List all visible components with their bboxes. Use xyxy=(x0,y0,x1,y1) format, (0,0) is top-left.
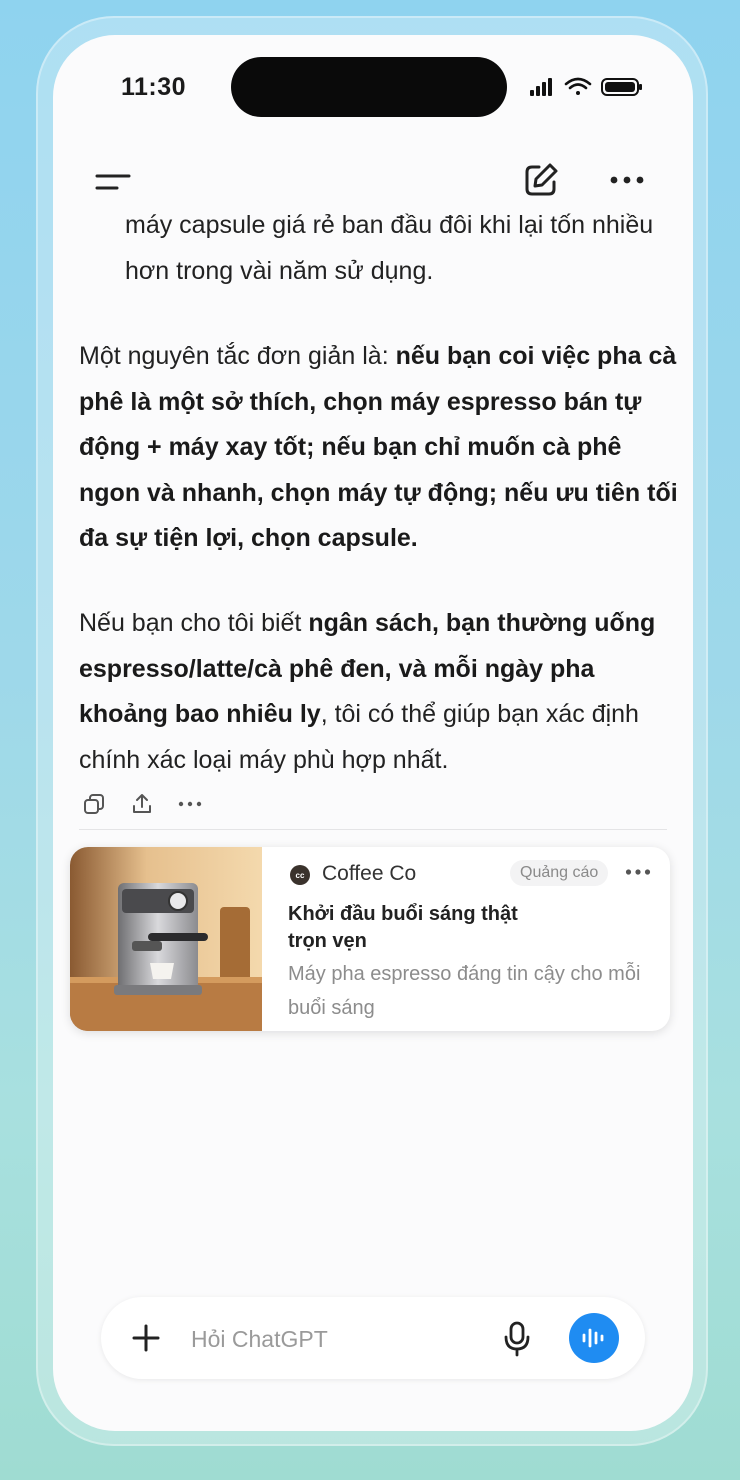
ad-more-button[interactable] xyxy=(620,857,656,887)
chat-composer xyxy=(101,1297,645,1379)
phone-screen: 11:30 máy capsule giá rẻ ban đầu đôi khi… xyxy=(53,35,693,1431)
brand-logo: cc xyxy=(290,865,310,885)
wifi-icon xyxy=(564,77,592,95)
copy-button[interactable] xyxy=(79,789,109,819)
voice-mode-button[interactable] xyxy=(569,1313,619,1363)
status-bar: 11:30 xyxy=(53,35,693,145)
more-icon xyxy=(178,801,202,807)
microphone-icon xyxy=(504,1321,530,1357)
status-icons xyxy=(530,77,642,96)
message-paragraph-1: máy capsule giá rẻ ban đầu đôi khi lại t… xyxy=(125,211,654,285)
copy-icon xyxy=(84,794,104,814)
more-options-button[interactable] xyxy=(597,150,657,210)
paragraph-3-intro: Nếu bạn cho tôi biết xyxy=(79,609,309,637)
share-icon xyxy=(133,794,151,813)
message-paragraph-2: Một nguyên tắc đơn giản là: nếu bạn coi … xyxy=(79,334,679,562)
prompt-input[interactable] xyxy=(189,1319,493,1359)
ad-image-espresso-machine xyxy=(70,847,262,1031)
more-icon xyxy=(610,176,644,184)
divider xyxy=(79,829,667,830)
message-more-button[interactable] xyxy=(175,789,205,819)
ad-description: Máy pha espresso đáng tin cậy cho mỗi bu… xyxy=(288,963,641,1019)
ad-headline: Khởi đầu buổi sáng thật trọn vẹn xyxy=(288,903,518,952)
paragraph-2-bold: nếu bạn coi việc pha cà phê là một sở th… xyxy=(79,342,678,552)
plus-icon xyxy=(132,1324,160,1352)
message-actions xyxy=(79,789,279,819)
status-time: 11:30 xyxy=(121,73,187,101)
menu-icon xyxy=(95,174,131,190)
dynamic-island xyxy=(231,57,507,117)
more-icon xyxy=(625,869,651,875)
dictation-button[interactable] xyxy=(495,1317,539,1361)
battery-icon xyxy=(601,78,642,96)
sponsored-label: Quảng cáo xyxy=(510,860,609,886)
message-paragraph-3: Nếu bạn cho tôi biết ngân sách, bạn thườ… xyxy=(79,601,679,783)
paragraph-2-intro: Một nguyên tắc đơn giản là: xyxy=(79,342,396,370)
attach-button[interactable] xyxy=(123,1315,169,1361)
share-button[interactable] xyxy=(127,789,157,819)
new-chat-button[interactable] xyxy=(511,150,571,210)
signal-icon xyxy=(530,78,552,96)
compose-icon xyxy=(525,163,558,196)
voice-waveform-icon xyxy=(582,1328,604,1348)
ad-brand-name: Coffee Co xyxy=(322,862,417,885)
sponsored-ad-card[interactable]: cc Coffee Co Quảng cáo Khởi đầu buổi sán… xyxy=(70,847,670,1031)
